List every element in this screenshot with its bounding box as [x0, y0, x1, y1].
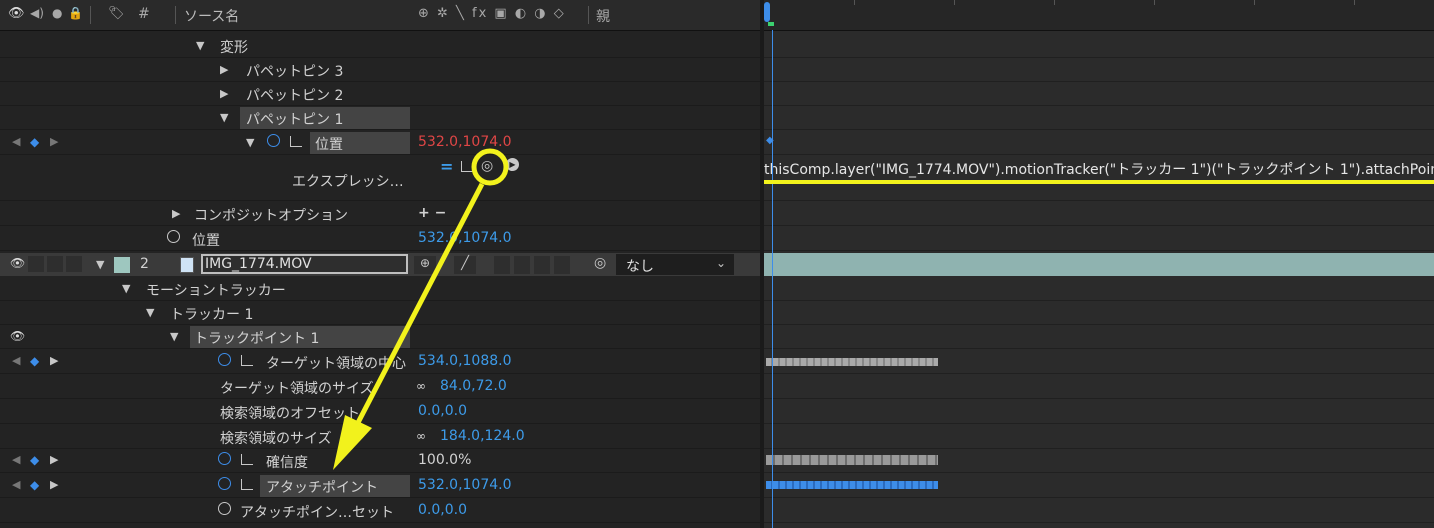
after-effects-timeline: 👁 ◀) ● 🔒 🏷 # ソース名 ⊕ ✲ ╲ fx ▣ ◐ ◑ ◇ 親 ▼ 変… — [0, 0, 1434, 528]
annotation-arrow-head — [333, 415, 372, 470]
annotation-overlay — [333, 148, 1434, 470]
annotation-circle — [471, 148, 509, 186]
annotation-arrow-line — [346, 182, 485, 442]
